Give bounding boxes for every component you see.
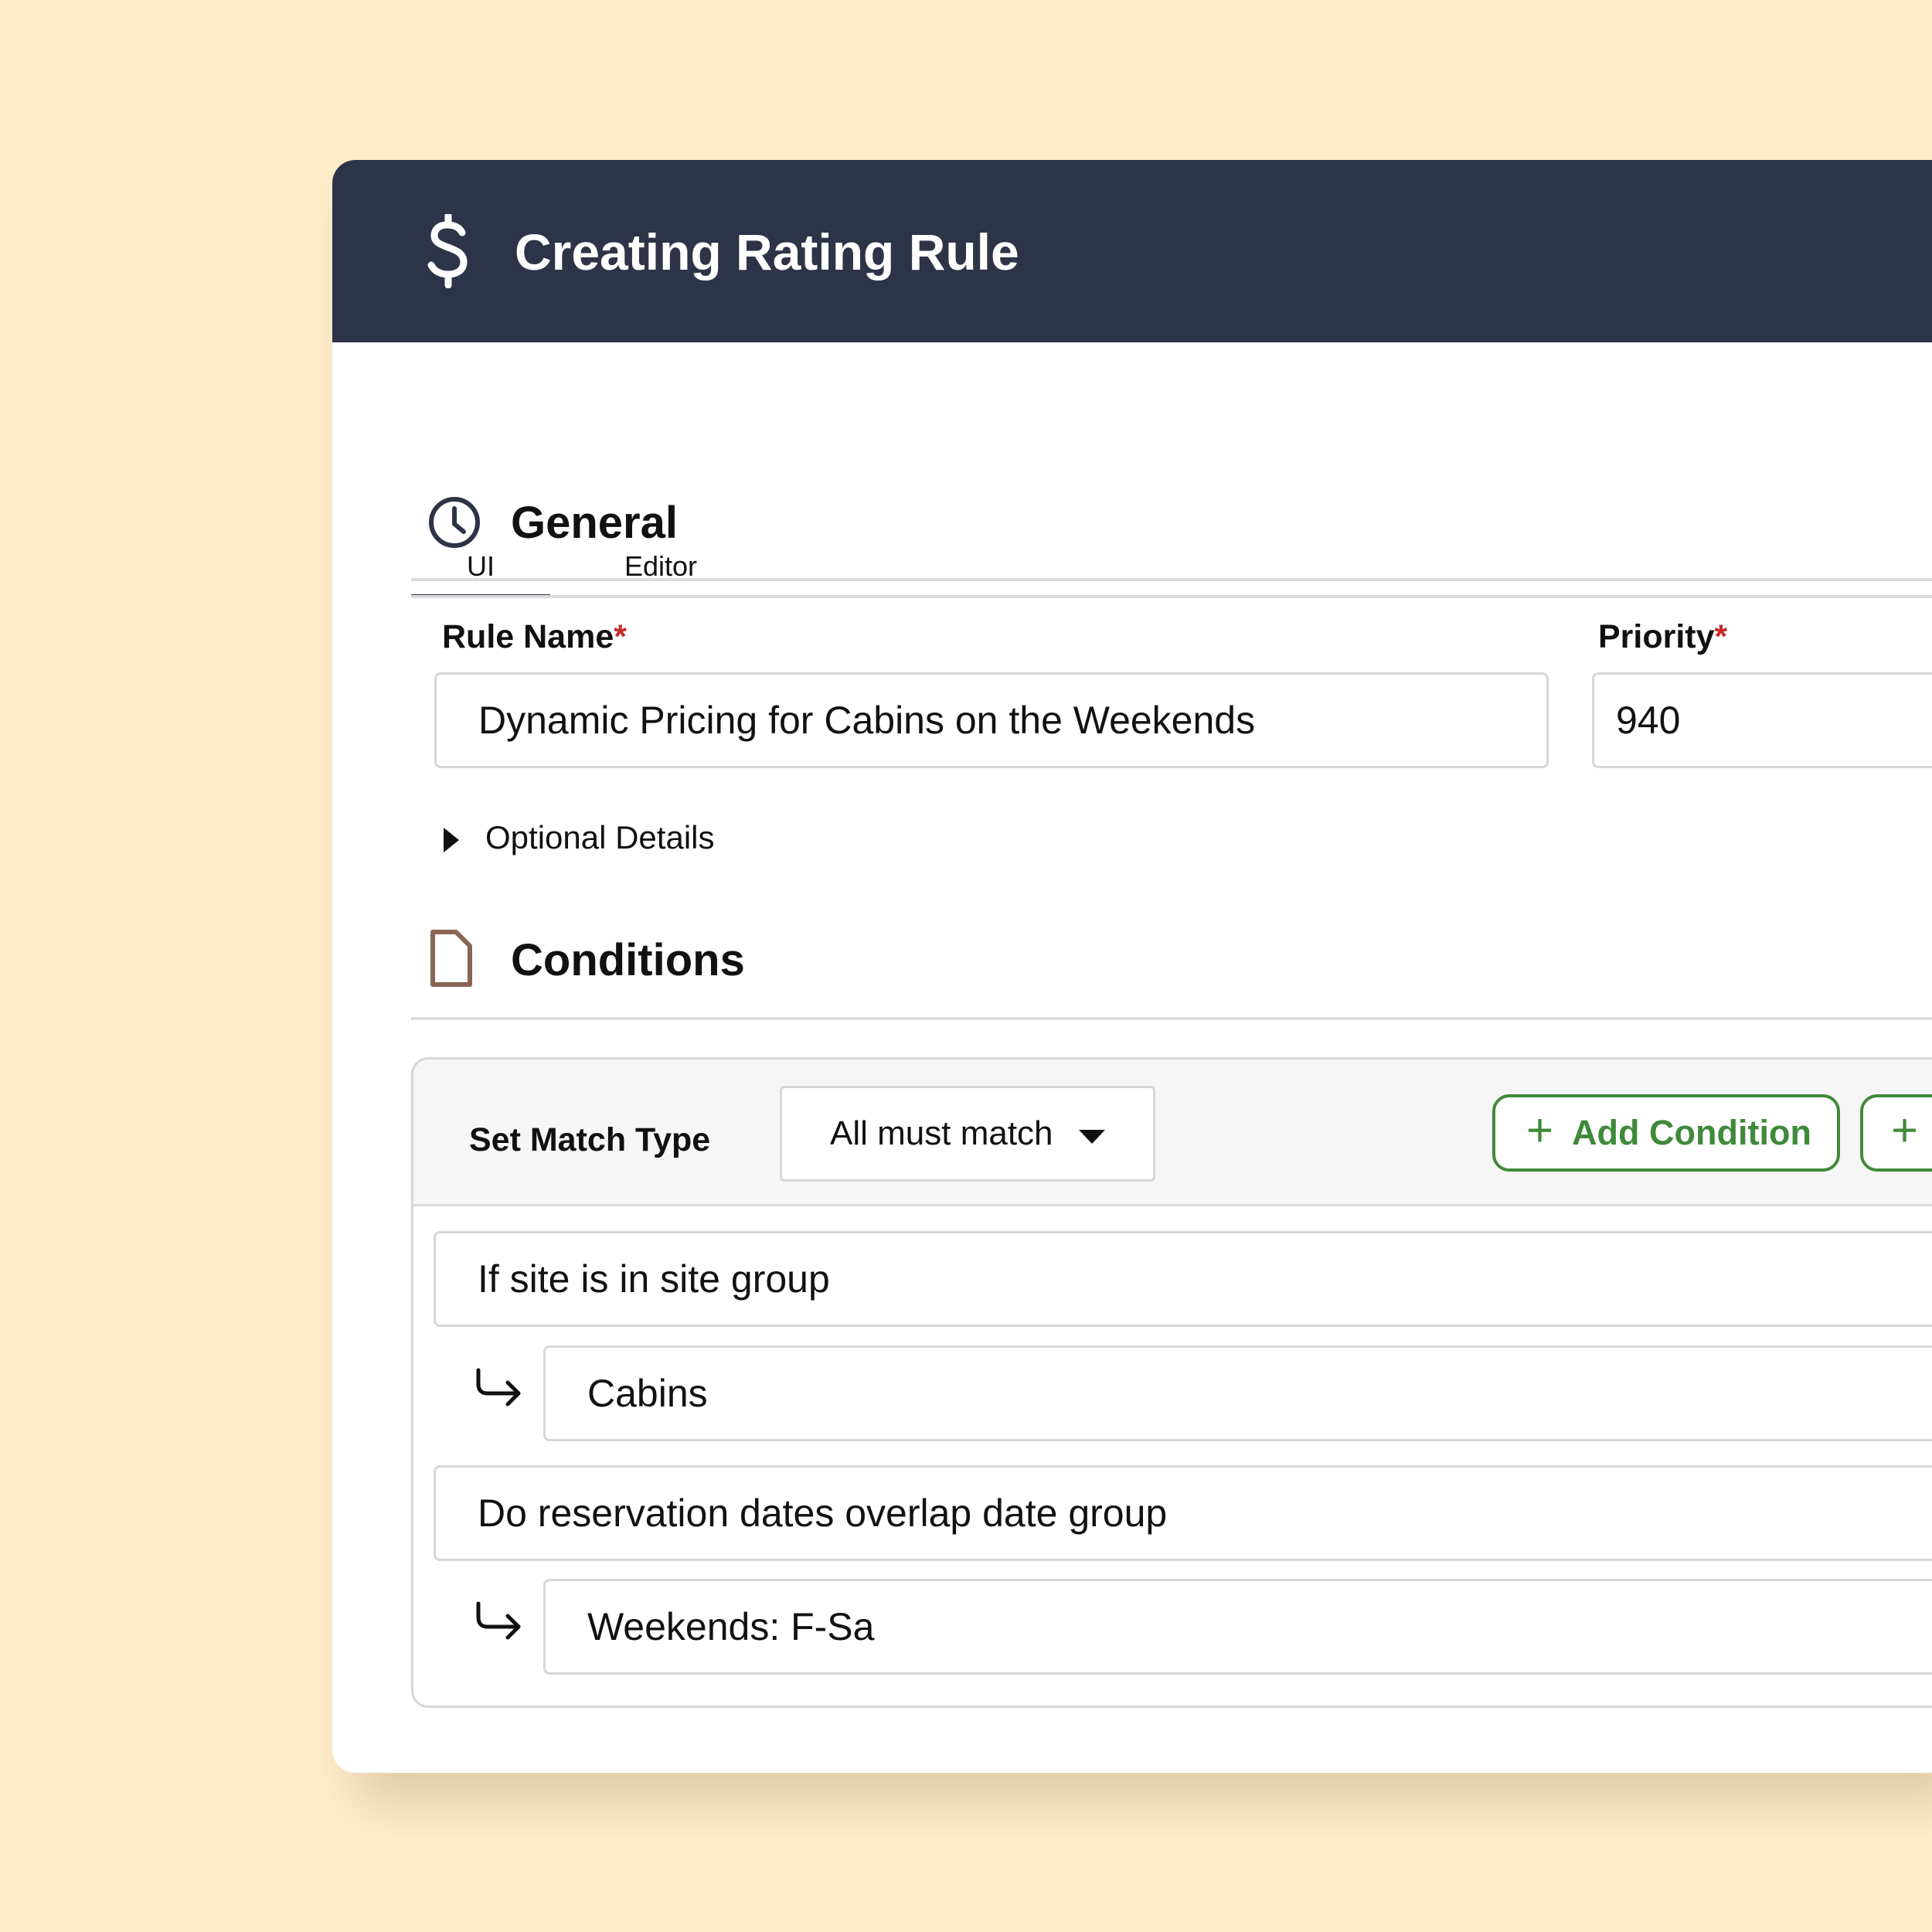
clock-icon	[429, 497, 480, 548]
plus-icon: +	[1891, 1104, 1919, 1156]
rule-name-value: Dynamic Pricing for Cabins on the Weeken…	[478, 699, 1256, 742]
condition-value: Cabins	[587, 1372, 708, 1415]
tab-divider	[411, 595, 1932, 598]
conditions-divider	[411, 1017, 1932, 1020]
add-group-button[interactable]: +	[1860, 1094, 1932, 1172]
required-mark: *	[1714, 618, 1728, 655]
return-arrow-icon	[476, 1601, 521, 1640]
priority-input[interactable]: 940	[1592, 672, 1932, 768]
condition-value: Weekends: F-Sa	[587, 1605, 875, 1648]
caret-right-icon	[444, 828, 459, 852]
match-type-label: Set Match Type	[469, 1121, 711, 1158]
general-section-header: General	[411, 479, 1932, 581]
optional-details-toggle[interactable]: Optional Details	[444, 819, 714, 856]
rule-name-input[interactable]: Dynamic Pricing for Cabins on the Weeken…	[434, 672, 1549, 768]
match-type-value: All must match	[830, 1114, 1053, 1152]
plus-icon: +	[1526, 1104, 1554, 1156]
rule-name-label-text: Rule Name	[442, 618, 614, 655]
conditions-title: Conditions	[511, 935, 745, 985]
condition-text: If site is in site group	[478, 1257, 830, 1301]
caret-down-icon	[1079, 1130, 1105, 1144]
general-divider	[411, 578, 1932, 581]
optional-details-label: Optional Details	[485, 819, 715, 855]
condition-text: Do reservation dates overlap date group	[478, 1492, 1168, 1535]
add-condition-label: Add Condition	[1572, 1113, 1811, 1152]
conditions-panel: Set Match Type All must match + Add Cond…	[411, 1057, 1932, 1708]
add-condition-button[interactable]: + Add Condition	[1492, 1094, 1840, 1172]
rule-name-label: Rule Name*	[442, 618, 627, 656]
document-icon	[430, 930, 472, 987]
priority-label-text: Priority	[1598, 618, 1715, 655]
match-type-select[interactable]: All must match	[780, 1086, 1155, 1182]
return-arrow-icon	[476, 1368, 521, 1406]
condition-row[interactable]: If site is in site group	[434, 1231, 1932, 1327]
condition-value-row[interactable]: Cabins	[543, 1345, 1932, 1441]
priority-value: 940	[1616, 699, 1681, 742]
tab-bar: UI Editor	[411, 160, 1932, 598]
required-mark: *	[614, 618, 627, 655]
condition-row[interactable]: Do reservation dates overlap date group	[434, 1465, 1932, 1561]
priority-label: Priority*	[1598, 618, 1727, 656]
conditions-section-header: Conditions	[411, 917, 1932, 1020]
conditions-toolbar: Set Match Type All must match + Add Cond…	[413, 1060, 1932, 1206]
general-title: General	[511, 498, 678, 548]
condition-value-row[interactable]: Weekends: F-Sa	[543, 1579, 1932, 1675]
